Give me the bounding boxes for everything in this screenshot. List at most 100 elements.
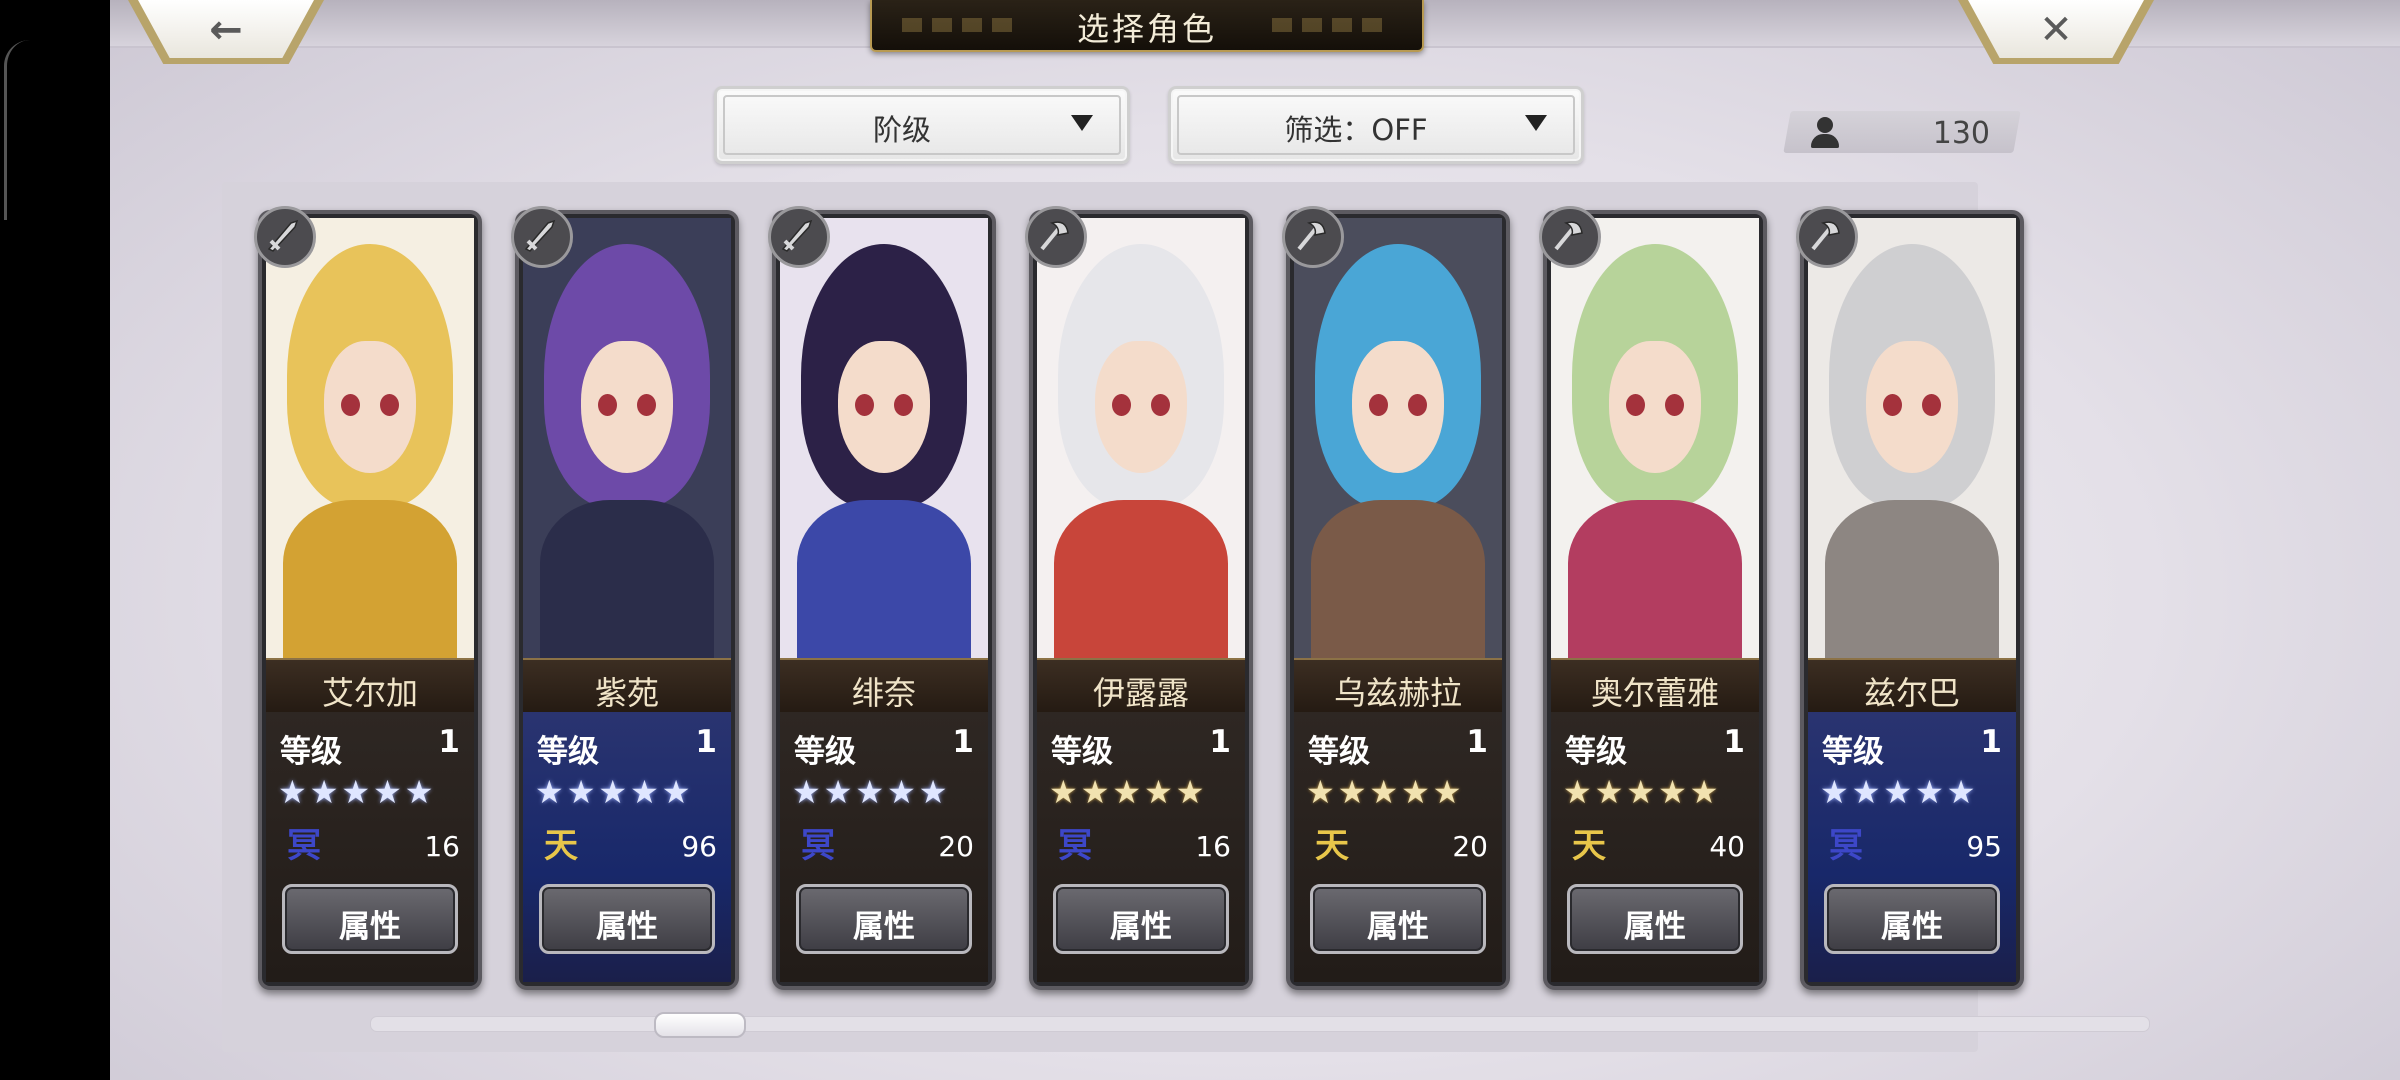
- filter-dropdown[interactable]: 筛选：OFF: [1168, 86, 1584, 164]
- rarity-stars: ★ ★ ★ ★ ★: [1049, 774, 1235, 810]
- rarity-stars: ★ ★ ★ ★ ★: [1820, 774, 2006, 810]
- character-points: 20: [1452, 830, 1488, 863]
- character-portrait: [1037, 218, 1245, 658]
- rarity-stars: ★ ★ ★ ★ ★: [1563, 774, 1749, 810]
- attribute-button[interactable]: 属性: [1567, 884, 1743, 954]
- star-icon: ★: [1820, 773, 1849, 811]
- character-name-bar: 奥尔蕾雅: [1551, 658, 1759, 716]
- star-icon: ★: [1049, 773, 1078, 811]
- axe-icon: [1796, 206, 1858, 268]
- character-stats: 等级 1 ★ ★ ★ ★ ★ 天 20 属性: [1294, 712, 1502, 982]
- level-value: 1: [1723, 724, 1745, 760]
- level-label: 等级: [1822, 734, 1884, 770]
- attribute-button-label: 属性: [596, 909, 658, 945]
- character-card[interactable]: 兹尔巴 等级 1 ★ ★ ★ ★ ★ 冥 95 属性: [1796, 206, 2024, 990]
- character-stats: 等级 1 ★ ★ ★ ★ ★ 冥 95 属性: [1808, 712, 2016, 982]
- level-value: 1: [438, 724, 460, 760]
- character-card[interactable]: 奥尔蕾雅 等级 1 ★ ★ ★ ★ ★ 天 40 属性: [1539, 206, 1767, 990]
- character-stats: 等级 1 ★ ★ ★ ★ ★ 冥 16 属性: [1037, 712, 1245, 982]
- level-label: 等级: [794, 734, 856, 770]
- star-icon: ★: [309, 773, 339, 811]
- level-label: 等级: [1051, 734, 1113, 770]
- card-frame: 兹尔巴 等级 1 ★ ★ ★ ★ ★ 冥 95 属性: [1800, 210, 2024, 990]
- rank-sort-dropdown[interactable]: 阶级: [714, 86, 1130, 164]
- level-value: 1: [695, 724, 717, 760]
- back-button[interactable]: ←: [128, 0, 324, 64]
- character-card-list: 艾尔加 等级 1 ★ ★ ★ ★ ★ 冥 16 属性 紫苑 等级 1 ★ ★ ★ ★ ★ 天 96 属性 绯奈 等级 1 ★ ★ ★ ★…: [254, 206, 2024, 1000]
- character-card[interactable]: 绯奈 等级 1 ★ ★ ★ ★ ★ 冥 20 属性: [768, 206, 996, 990]
- close-button[interactable]: ✕: [1958, 0, 2154, 64]
- character-points: 96: [681, 830, 717, 863]
- character-name: 艾尔加: [321, 674, 418, 712]
- card-frame: 艾尔加 等级 1 ★ ★ ★ ★ ★ 冥 16 属性: [258, 210, 482, 990]
- attribute-button[interactable]: 属性: [1824, 884, 2000, 954]
- sword-icon: [254, 206, 316, 268]
- character-name-bar: 兹尔巴: [1808, 658, 2016, 716]
- horizontal-scrollbar-thumb[interactable]: [654, 1012, 746, 1038]
- element-badge: 冥: [287, 826, 321, 866]
- level-value: 1: [1466, 724, 1488, 760]
- star-icon: ★: [278, 773, 307, 811]
- element-badge: 天: [1315, 826, 1349, 866]
- star-icon: ★: [887, 773, 916, 811]
- character-name: 乌兹赫拉: [1333, 674, 1462, 712]
- character-portrait: [1294, 218, 1502, 658]
- element-badge: 天: [1572, 826, 1606, 866]
- character-card[interactable]: 乌兹赫拉 等级 1 ★ ★ ★ ★ ★ 天 20 属性: [1282, 206, 1510, 990]
- star-icon: ★: [341, 773, 371, 811]
- element-badge: 冥: [1058, 826, 1092, 866]
- star-icon: ★: [1946, 773, 1976, 811]
- character-count: 130: [1932, 116, 1990, 151]
- level-label: 等级: [280, 734, 342, 770]
- star-icon: ★: [1563, 773, 1592, 811]
- level-label: 等级: [1565, 734, 1627, 770]
- attribute-button[interactable]: 属性: [796, 884, 972, 954]
- character-portrait: [1808, 218, 2016, 658]
- axe-icon: [1025, 206, 1087, 268]
- character-points: 20: [938, 830, 974, 863]
- character-name-bar: 伊露露: [1037, 658, 1245, 716]
- star-icon: ★: [1658, 773, 1687, 811]
- screen-edge: [4, 40, 31, 220]
- level-value: 1: [1209, 724, 1231, 760]
- star-icon: ★: [373, 773, 402, 811]
- star-icon: ★: [661, 773, 691, 811]
- close-icon: ✕: [2039, 7, 2073, 53]
- attribute-button[interactable]: 属性: [282, 884, 458, 954]
- character-points: 95: [1966, 830, 2002, 863]
- sword-icon: [768, 206, 830, 268]
- star-icon: ★: [1689, 773, 1719, 811]
- character-stats: 等级 1 ★ ★ ★ ★ ★ 天 96 属性: [523, 712, 731, 982]
- attribute-button-label: 属性: [1881, 909, 1943, 945]
- star-icon: ★: [1594, 773, 1624, 811]
- rarity-stars: ★ ★ ★ ★ ★: [535, 774, 721, 810]
- star-icon: ★: [1175, 773, 1205, 811]
- character-points: 40: [1709, 830, 1745, 863]
- character-name: 兹尔巴: [1863, 674, 1960, 712]
- character-points: 16: [1195, 830, 1231, 863]
- attribute-button[interactable]: 属性: [1053, 884, 1229, 954]
- character-name-bar: 艾尔加: [266, 658, 474, 716]
- character-card[interactable]: 伊露露 等级 1 ★ ★ ★ ★ ★ 冥 16 属性: [1025, 206, 1253, 990]
- back-arrow-icon: ←: [209, 7, 243, 53]
- star-icon: ★: [792, 773, 821, 811]
- rarity-stars: ★ ★ ★ ★ ★: [278, 774, 464, 810]
- card-frame: 绯奈 等级 1 ★ ★ ★ ★ ★ 冥 20 属性: [772, 210, 996, 990]
- axe-icon: [1282, 206, 1344, 268]
- star-icon: ★: [1306, 773, 1335, 811]
- chevron-down-icon: [1071, 115, 1093, 131]
- character-card[interactable]: 艾尔加 等级 1 ★ ★ ★ ★ ★ 冥 16 属性: [254, 206, 482, 990]
- title-banner: 选择角色: [870, 0, 1424, 52]
- page-title: 选择角色: [1076, 10, 1217, 48]
- attribute-button[interactable]: 属性: [539, 884, 715, 954]
- character-name: 紫苑: [594, 674, 659, 712]
- character-card[interactable]: 紫苑 等级 1 ★ ★ ★ ★ ★ 天 96 属性: [511, 206, 739, 990]
- character-portrait: [266, 218, 474, 658]
- attribute-button[interactable]: 属性: [1310, 884, 1486, 954]
- rank-sort-label: 阶级: [872, 113, 931, 147]
- star-icon: ★: [918, 773, 948, 811]
- star-icon: ★: [1626, 773, 1656, 811]
- horizontal-scrollbar-track[interactable]: [370, 1016, 2150, 1032]
- element-badge: 天: [544, 826, 578, 866]
- star-icon: ★: [598, 773, 628, 811]
